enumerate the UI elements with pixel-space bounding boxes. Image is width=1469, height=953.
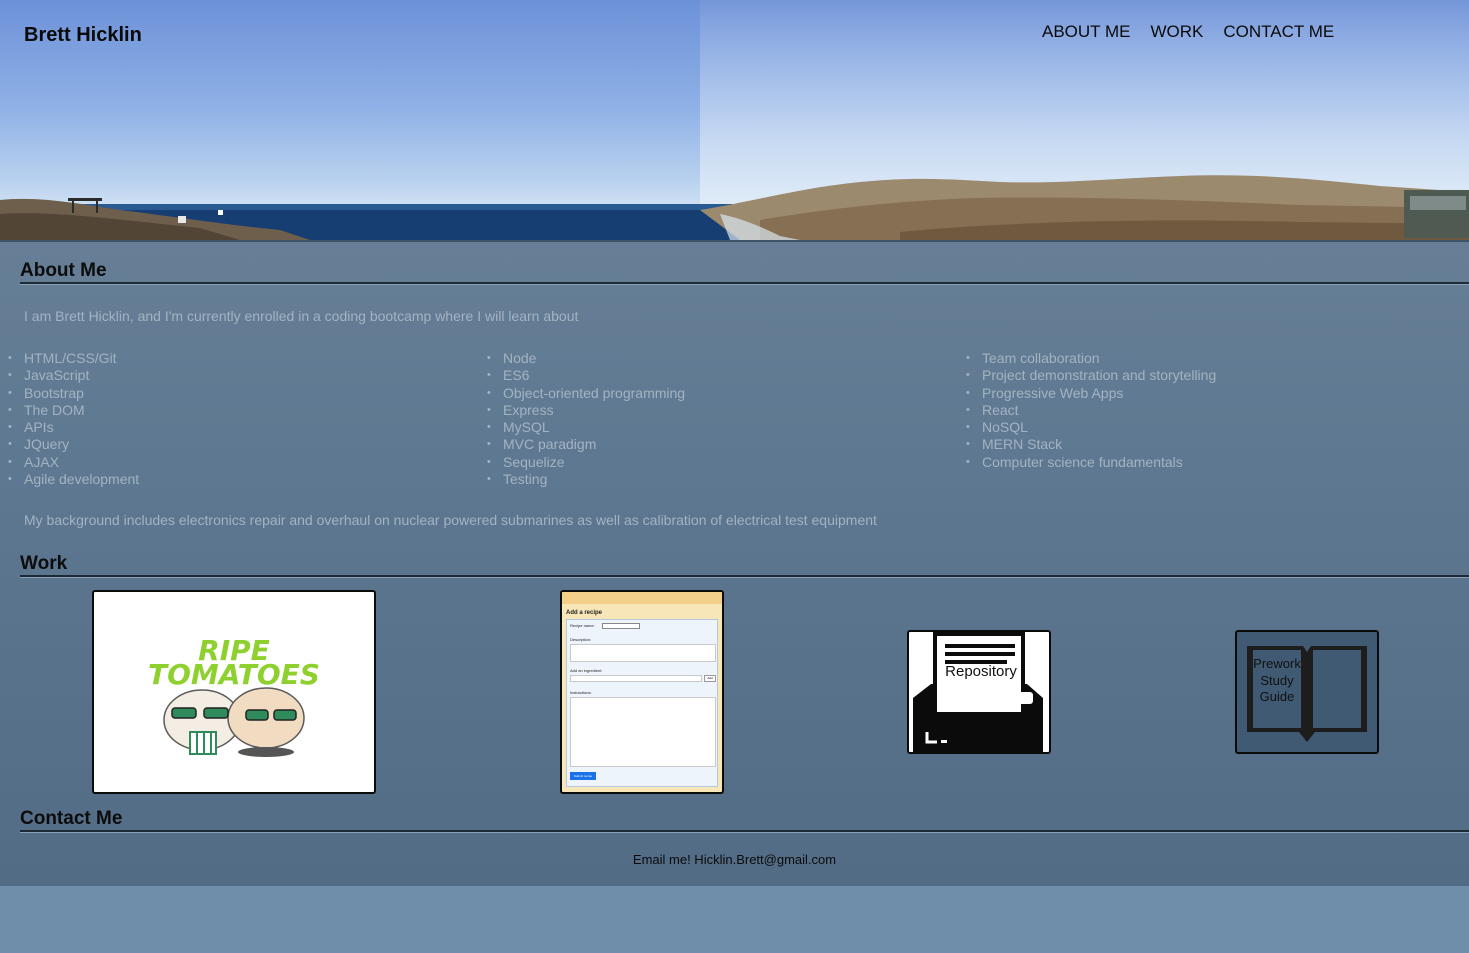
- ripe-tomatoes-logo: RIPE TOMATOES: [148, 634, 320, 757]
- list-item: NoSQL: [966, 419, 1216, 437]
- list-item: Progressive Web Apps: [966, 385, 1216, 403]
- skills-list-1: HTML/CSS/Git JavaScript Bootstrap The DO…: [8, 350, 139, 489]
- mini-label: Recipe name:: [570, 623, 595, 628]
- about-divider: [20, 282, 1469, 285]
- contact-email[interactable]: Email me! Hicklin.Brett@gmail.com: [0, 852, 1469, 867]
- list-item: Node: [487, 350, 685, 368]
- mini-textarea: [570, 697, 716, 767]
- mini-label: Description:: [570, 637, 592, 642]
- site-title[interactable]: Brett Hicklin: [24, 24, 142, 47]
- work-card-recipe-app[interactable]: Add a recipe Recipe name: Description: A…: [560, 590, 724, 794]
- mini-navbar: [562, 592, 722, 604]
- about-background: My background includes electronics repai…: [24, 512, 877, 528]
- main-nav: ABOUT ME WORK CONTACT ME: [1042, 22, 1334, 42]
- study-guide-line-3: Guide: [1260, 689, 1295, 704]
- logo-line-2: TOMATOES: [148, 658, 320, 691]
- list-item: Team collaboration: [966, 350, 1216, 368]
- list-item: Testing: [487, 471, 685, 489]
- cat-mascots-illustration: [163, 687, 305, 757]
- mini-form: Recipe name: Description: Add an ingredi…: [566, 619, 718, 787]
- list-item: Object-oriented programming: [487, 385, 685, 403]
- mini-input: [570, 675, 702, 682]
- list-item: React: [966, 402, 1216, 420]
- mini-label: Instructions:: [570, 690, 592, 695]
- about-heading: About Me: [20, 260, 107, 281]
- nav-contact-me[interactable]: CONTACT ME: [1223, 22, 1334, 42]
- skills-list-3: Team collaboration Project demonstration…: [966, 350, 1216, 472]
- work-card-prework-study-guide[interactable]: Prework Study Guide: [1235, 630, 1379, 754]
- list-item: Express: [487, 402, 685, 420]
- list-item: MERN Stack: [966, 436, 1216, 454]
- list-item: Bootstrap: [8, 385, 139, 403]
- repository-label: Repository: [945, 663, 1017, 680]
- work-card-ripe-tomatoes[interactable]: RIPE TOMATOES: [92, 590, 376, 794]
- list-item: HTML/CSS/Git: [8, 350, 139, 368]
- list-item: Agile development: [8, 471, 139, 489]
- page-bottom: [0, 886, 1469, 953]
- mini-input: [602, 623, 640, 629]
- nav-work[interactable]: WORK: [1150, 22, 1203, 42]
- list-item: MySQL: [487, 419, 685, 437]
- list-item: MVC paradigm: [487, 436, 685, 454]
- list-item: ES6: [487, 367, 685, 385]
- open-book-icon: Prework Study Guide: [1247, 646, 1367, 742]
- contact-heading: Contact Me: [20, 808, 123, 829]
- main-content: About Me I am Brett Hicklin, and I'm cur…: [0, 240, 1469, 886]
- list-item: Sequelize: [487, 454, 685, 472]
- list-item: APIs: [8, 419, 139, 437]
- list-item: JavaScript: [8, 367, 139, 385]
- mini-page-title: Add a recipe: [566, 610, 603, 616]
- mini-textarea: [570, 644, 716, 662]
- contact-divider: [20, 830, 1469, 833]
- list-item: Computer science fundamentals: [966, 454, 1216, 472]
- folder-icon: Repository: [913, 632, 1043, 752]
- work-card-repository[interactable]: Repository: [907, 630, 1051, 754]
- about-intro: I am Brett Hicklin, and I'm currently en…: [24, 308, 579, 324]
- skills-list-2: Node ES6 Object-oriented programming Exp…: [487, 350, 685, 489]
- list-item: The DOM: [8, 402, 139, 420]
- work-divider: [20, 575, 1469, 578]
- mini-add-button: Add: [704, 675, 716, 682]
- study-guide-line-1: Prework: [1253, 656, 1301, 671]
- work-heading: Work: [20, 553, 68, 574]
- hero-banner: Brett Hicklin ABOUT ME WORK CONTACT ME: [0, 0, 1469, 240]
- nav-about-me[interactable]: ABOUT ME: [1042, 22, 1130, 42]
- list-item: AJAX: [8, 454, 139, 472]
- mini-label: Add an ingredient:: [570, 668, 603, 673]
- mini-submit-button: Submit recipe: [570, 772, 596, 780]
- list-item: JQuery: [8, 436, 139, 454]
- study-guide-line-2: Study: [1260, 673, 1294, 688]
- list-item: Project demonstration and storytelling: [966, 367, 1216, 385]
